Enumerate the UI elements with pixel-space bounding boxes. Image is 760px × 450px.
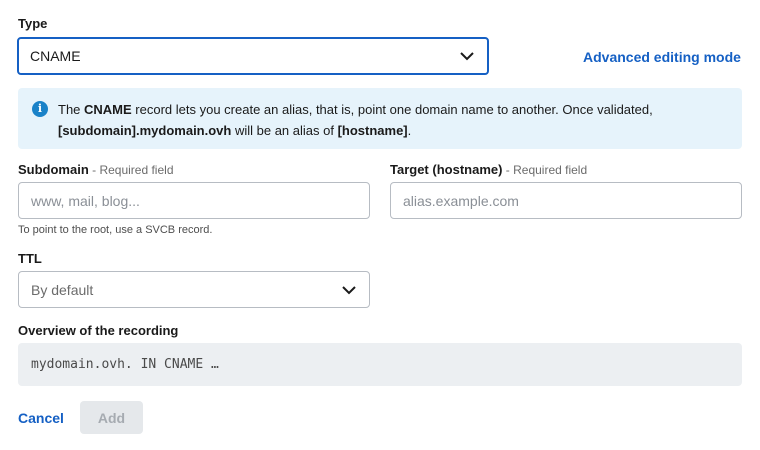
type-label: Type xyxy=(18,16,48,31)
cancel-button[interactable]: Cancel xyxy=(18,410,64,426)
subdomain-label: Subdomain - Required field xyxy=(18,162,174,177)
ttl-select[interactable]: By default xyxy=(18,271,370,308)
info-text: The CNAME record lets you create an alia… xyxy=(58,102,653,138)
type-select-value: CNAME xyxy=(30,48,81,64)
info-banner: i The CNAME record lets you create an al… xyxy=(18,88,742,149)
chevron-down-icon xyxy=(460,52,474,61)
add-button[interactable]: Add xyxy=(80,401,143,434)
type-select[interactable]: CNAME xyxy=(17,37,489,75)
subdomain-hint: To point to the root, use a SVCB record. xyxy=(18,224,213,236)
ttl-label: TTL xyxy=(18,251,42,266)
chevron-down-icon xyxy=(342,285,356,294)
subdomain-input[interactable] xyxy=(18,182,370,219)
target-input[interactable] xyxy=(390,182,742,219)
overview-preview: mydomain.ovh. IN CNAME … xyxy=(18,343,742,386)
overview-label: Overview of the recording xyxy=(18,323,179,338)
target-label: Target (hostname) - Required field xyxy=(390,162,588,177)
advanced-editing-link[interactable]: Advanced editing mode xyxy=(583,49,741,65)
ttl-select-value: By default xyxy=(31,281,94,298)
info-icon: i xyxy=(32,101,48,117)
